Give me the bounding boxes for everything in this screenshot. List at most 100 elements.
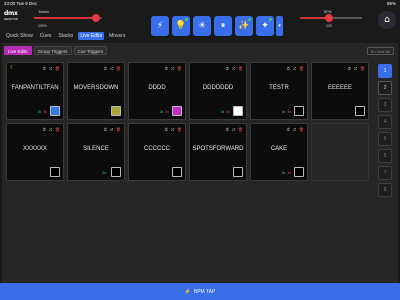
timer-icon[interactable]: ⏱ <box>104 66 107 71</box>
page-button-6[interactable]: 6 <box>378 149 392 163</box>
live-edit-tile[interactable]: ⏱ ⤮ 🗑 XXXXXX <box>6 123 64 181</box>
trash-icon[interactable]: 🗑 <box>238 66 243 71</box>
subtab-cue-triggers[interactable]: Cue Triggers <box>73 46 108 55</box>
sparkle-icon: ✦ <box>261 21 269 31</box>
tab-stacks[interactable]: Stacks <box>56 32 75 40</box>
fade-out-time: 3s <box>287 110 291 114</box>
color-swatch[interactable] <box>172 106 182 116</box>
shuffle-icon[interactable]: ⤮ <box>171 127 174 132</box>
sun-icon: ☀ <box>197 21 207 31</box>
live-edit-tile[interactable]: ⏱ ⤮ 🗑 CAKE 2s 3s <box>250 123 308 181</box>
subtab-live-edits[interactable]: Live Edits <box>4 46 32 55</box>
timer-icon[interactable]: ⏱ <box>104 127 107 132</box>
color-swatch[interactable] <box>172 167 182 177</box>
trash-icon[interactable]: 🗑 <box>55 66 60 71</box>
shuffle-icon[interactable]: ⤮ <box>354 66 357 71</box>
shuffle-icon[interactable]: ⤮ <box>110 66 113 71</box>
trash-icon[interactable]: 🗑 <box>177 66 182 71</box>
timer-icon[interactable]: ⏱ <box>165 66 168 71</box>
tile-name: SILENCE <box>83 146 109 152</box>
tile-actions: ⏱ ⤮ 🗑 <box>348 66 365 71</box>
master-slider-knob[interactable] <box>92 14 100 22</box>
shuffle-icon[interactable]: ⤮ <box>171 66 174 71</box>
page-button-3[interactable]: 3 <box>378 98 392 112</box>
trash-icon[interactable]: 🗑 <box>238 127 243 132</box>
page-button-7[interactable]: 7 <box>378 166 392 180</box>
home-icon: ⌂ <box>384 15 390 25</box>
tile-actions: ⏱ ⤮ 🗑 <box>43 66 60 71</box>
trash-icon[interactable]: 🗑 <box>55 127 60 132</box>
tile-counts: 2s 3s <box>160 110 169 114</box>
shuffle-icon[interactable]: ⤮ <box>232 127 235 132</box>
master-slider[interactable] <box>34 14 102 22</box>
page-button-4[interactable]: 4 <box>378 115 392 129</box>
color-swatch[interactable] <box>50 167 60 177</box>
trash-icon[interactable]: 🗑 <box>116 127 121 132</box>
page-button-2[interactable]: 2 <box>378 81 392 95</box>
subtab-group-triggers[interactable]: Group Triggers <box>33 46 72 55</box>
trash-icon[interactable]: 🗑 <box>116 66 121 71</box>
live-edit-tile[interactable]: ⏱ ⤮ 🗑 DDDDDDD 2s 3s <box>189 62 247 120</box>
color-swatch[interactable] <box>233 167 243 177</box>
trash-icon[interactable]: 🗑 <box>299 127 304 132</box>
live-edit-tile[interactable]: ⏱ ⤮ 🗑 TESTR 2s 3s <box>250 62 308 120</box>
page-button-5[interactable]: 5 <box>378 132 392 146</box>
live-edit-tile[interactable]: ⏱ ⤮ 🗑 SPOTSFORWARD <box>189 123 247 181</box>
sun-button[interactable]: ☀ <box>193 16 211 36</box>
sparkle-button[interactable]: ✦ <box>256 16 274 36</box>
shuffle-icon[interactable]: ⤮ <box>49 66 52 71</box>
lightning-button[interactable]: ⚡ <box>151 16 169 36</box>
color-swatch[interactable] <box>355 106 365 116</box>
tab-quick-show[interactable]: Quick Show <box>4 32 35 40</box>
color-swatch[interactable] <box>294 167 304 177</box>
timer-icon[interactable]: ⏱ <box>43 66 46 71</box>
color-swatch[interactable] <box>111 167 121 177</box>
fade-in-time: 2s <box>281 171 286 175</box>
shuffle-icon[interactable]: ⤮ <box>293 66 296 71</box>
tile-actions: ⏱ ⤮ 🗑 <box>165 127 182 132</box>
tile-name: CAKE <box>270 146 288 152</box>
timer-icon[interactable]: ⏱ <box>287 127 290 132</box>
trash-icon[interactable]: 🗑 <box>177 127 182 132</box>
bpm-tap-button[interactable]: ⚡ BPM TAP <box>0 283 400 300</box>
trash-icon[interactable]: 🗑 <box>360 66 365 71</box>
shuffle-icon[interactable]: ⤮ <box>110 127 113 132</box>
color-swatch[interactable] <box>233 106 243 116</box>
lightbulb-button[interactable]: 💡 <box>172 16 190 36</box>
tab-movers[interactable]: Movers <box>107 32 127 40</box>
trash-icon[interactable]: 🗑 <box>299 66 304 71</box>
live-edit-tile[interactable]: ⏱ ⤮ 🗑 SILENCE 2s <box>67 123 125 181</box>
live-edit-tile[interactable]: ⏱ ⤮ 🗑 EEEEEE <box>311 62 369 120</box>
tile-name: TESTR <box>269 85 289 91</box>
timer-icon[interactable]: ⏱ <box>226 66 229 71</box>
live-edit-tile[interactable]: ⏱ ⤮ 🗑 DDDD 2s 3s <box>128 62 186 120</box>
empty-slot[interactable] <box>311 123 369 181</box>
bpm-slider[interactable] <box>300 14 362 22</box>
pause-button[interactable]: ⏸ <box>214 16 232 36</box>
page-button-8[interactable]: 8 <box>378 183 392 197</box>
live-edit-tile[interactable]: ⏱ ⤮ 🗑 MOVERSDOWN <box>67 62 125 120</box>
fade-in-time: 2s <box>102 171 106 175</box>
tile-counts: 2s 3s <box>38 110 47 114</box>
color-swatch[interactable] <box>50 106 60 116</box>
tab-cues[interactable]: Cues <box>38 32 54 40</box>
bpm-slider-knob[interactable] <box>325 14 333 22</box>
timer-icon[interactable]: ⏱ <box>348 66 351 71</box>
timer-icon[interactable]: ⏱ <box>43 127 46 132</box>
live-edit-tile[interactable]: ☾ ⏱ ⤮ 🗑 FANPANTILTFAN 2s 3s <box>6 62 64 120</box>
toolbar-more-button[interactable]: ▾ <box>276 16 283 36</box>
page-button-1[interactable]: 1 <box>378 64 392 78</box>
color-swatch[interactable] <box>294 106 304 116</box>
shuffle-icon[interactable]: ⤮ <box>232 66 235 71</box>
timer-icon[interactable]: ⏱ <box>287 66 290 71</box>
shuffle-icon[interactable]: ⤮ <box>49 127 52 132</box>
live-edit-tile[interactable]: ⏱ ⤮ 🗑 CCCCCC <box>128 123 186 181</box>
clear-all-button[interactable]: ⊗ Clear All <box>366 47 394 55</box>
timer-icon[interactable]: ⏱ <box>165 127 168 132</box>
timer-icon[interactable]: ⏱ <box>226 127 229 132</box>
magic-wand-button[interactable]: ✨ <box>235 16 253 36</box>
home-button[interactable]: ⌂ <box>378 11 396 29</box>
color-swatch[interactable] <box>111 106 121 116</box>
shuffle-icon[interactable]: ⤮ <box>293 127 296 132</box>
tab-live-edits[interactable]: Live Edits <box>78 32 105 40</box>
